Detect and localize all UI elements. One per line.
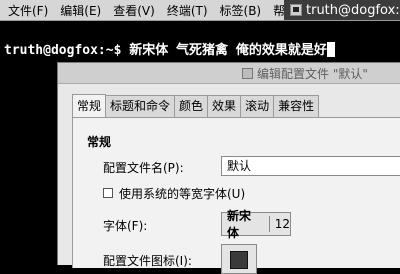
terminal-title-bar: truth@dogfox: — [284, 0, 400, 20]
tab-scrolling[interactable]: 滚动 — [240, 95, 275, 117]
window-icon — [242, 67, 253, 79]
tab-bar: 常规 标题和命令 颜色 效果 滚动 兼容性 — [72, 94, 320, 118]
font-size: 12 — [274, 217, 290, 231]
profile-icon-button[interactable] — [221, 244, 257, 274]
tab-compatibility[interactable]: 兼容性 — [273, 95, 320, 117]
menu-edit[interactable]: 编辑(E) — [54, 2, 107, 19]
font-picker-button[interactable]: 新宋体 12 — [221, 209, 291, 240]
font-label: 字体(F): — [103, 219, 148, 233]
menu-tabs[interactable]: 标签(B) — [214, 2, 268, 19]
tab-effects[interactable]: 效果 — [207, 95, 242, 117]
font-name: 新宋体 — [227, 209, 252, 240]
terminal-output[interactable]: truth@dogfox:~$ 新宋体 气死猪禽 俺的效果就是好 — [4, 39, 335, 58]
tab-colors[interactable]: 颜色 — [174, 95, 209, 117]
section-title: 常规 — [87, 135, 112, 149]
general-panel: 常规 配置文件名(P): 默认 使用系统的等宽字体(U) 字体(F): 新宋体 … — [72, 117, 400, 274]
menu-terminal[interactable]: 终端(T) — [161, 2, 214, 19]
profile-name-label: 配置文件名(P): — [103, 161, 184, 175]
font-separator — [268, 216, 270, 232]
menu-view[interactable]: 查看(V) — [107, 2, 161, 19]
dialog-title-bar[interactable]: 编辑配置文件 "默认" — [58, 63, 400, 84]
system-font-label[interactable]: 使用系统的等宽字体(U) — [119, 185, 245, 202]
menu-file[interactable]: 文件(F) — [0, 2, 54, 19]
terminal-title: truth@dogfox: — [306, 2, 400, 18]
tab-general[interactable]: 常规 — [72, 94, 107, 118]
edit-profile-dialog: 编辑配置文件 "默认" 常规 标题和命令 颜色 效果 滚动 兼容性 常规 配置文… — [57, 62, 400, 274]
system-font-checkbox[interactable] — [103, 188, 113, 198]
command-line: truth@dogfox:~$ 新宋体 气死猪禽 俺的效果就是好 — [4, 43, 327, 58]
dialog-title: 编辑配置文件 "默认" — [257, 66, 368, 81]
terminal-icon — [230, 251, 248, 269]
profile-name-input[interactable]: 默认 — [221, 156, 400, 176]
tab-title-command[interactable]: 标题和命令 — [105, 95, 176, 117]
terminal-icon — [290, 4, 302, 16]
profile-icon-label: 配置文件图标(I): — [103, 254, 192, 268]
text-cursor — [326, 42, 335, 57]
